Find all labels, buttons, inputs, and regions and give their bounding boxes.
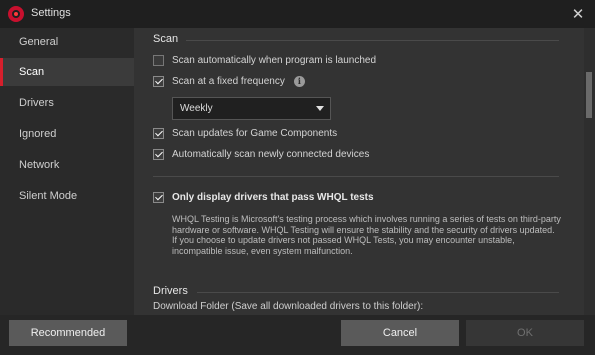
whql-row: Only display drivers that pass WHQL test… <box>153 192 374 203</box>
auto-scan-checkbox[interactable] <box>153 55 164 66</box>
sidebar-item-scan[interactable]: Scan <box>0 58 134 86</box>
recommended-button[interactable]: Recommended <box>9 320 127 346</box>
cancel-button[interactable]: Cancel <box>341 320 459 346</box>
whql-description: WHQL Testing is Microsoft's testing proc… <box>172 214 561 256</box>
whql-divider <box>153 176 559 177</box>
fixed-frequency-row: Scan at a fixed frequency i <box>153 76 305 87</box>
ok-button[interactable]: OK <box>466 320 584 346</box>
fixed-frequency-checkbox[interactable] <box>153 76 164 87</box>
sidebar-item-general[interactable]: General <box>0 28 134 56</box>
auto-scan-label: Scan automatically when program is launc… <box>172 55 376 66</box>
sidebar-item-network[interactable]: Network <box>0 151 134 179</box>
info-icon[interactable]: i <box>293 76 305 87</box>
new-devices-label: Automatically scan newly connected devic… <box>172 149 370 160</box>
new-devices-checkbox[interactable] <box>153 149 164 160</box>
content-scrollbar[interactable] <box>584 28 595 315</box>
fixed-frequency-label: Scan at a fixed frequency <box>172 76 285 87</box>
chevron-down-icon <box>316 106 324 111</box>
download-folder-label: Download Folder (Save all downloaded dri… <box>153 301 424 312</box>
frequency-select-value: Weekly <box>180 103 213 114</box>
window-title: Settings <box>31 7 71 19</box>
settings-content: Scan Scan automatically when program is … <box>134 28 584 315</box>
game-components-label: Scan updates for Game Components <box>172 128 338 139</box>
scan-section-divider <box>186 40 559 41</box>
title-bar: Settings ✕ <box>0 0 595 28</box>
whql-label: Only display drivers that pass WHQL test… <box>172 192 374 203</box>
sidebar-item-ignored[interactable]: Ignored <box>0 120 134 148</box>
frequency-select[interactable]: Weekly <box>172 97 331 120</box>
scan-section-title: Scan <box>153 33 179 45</box>
footer-bar: Recommended Cancel OK <box>0 315 595 355</box>
new-devices-row: Automatically scan newly connected devic… <box>153 149 369 160</box>
sidebar-item-silent-mode[interactable]: Silent Mode <box>0 182 134 210</box>
whql-checkbox[interactable] <box>153 192 164 203</box>
close-icon: ✕ <box>571 6 585 23</box>
game-components-row: Scan updates for Game Components <box>153 128 337 139</box>
close-button[interactable]: ✕ <box>569 5 587 23</box>
app-logo-icon <box>8 6 24 22</box>
drivers-section-divider <box>197 292 559 293</box>
auto-scan-row: Scan automatically when program is launc… <box>153 55 376 66</box>
scrollbar-thumb[interactable] <box>586 72 592 118</box>
drivers-section-title: Drivers <box>153 285 188 297</box>
sidebar: General Scan Drivers Ignored Network Sil… <box>0 28 134 315</box>
game-components-checkbox[interactable] <box>153 128 164 139</box>
sidebar-item-drivers[interactable]: Drivers <box>0 89 134 117</box>
